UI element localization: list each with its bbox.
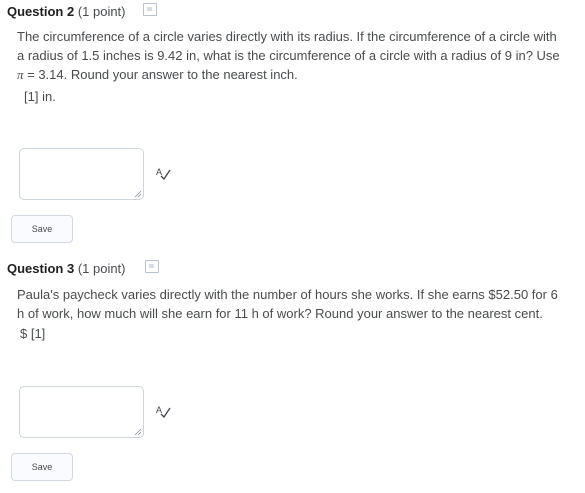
svg-text:A: A (156, 167, 162, 177)
spell-check-icon[interactable]: A (155, 404, 171, 418)
question-3-answer-field[interactable] (19, 386, 144, 438)
question-2-text: The circumference of a circle varies dir… (17, 27, 565, 84)
question-3-header: Question 3 (1 point) (7, 261, 126, 276)
question-2-save-button[interactable]: Save (11, 215, 73, 243)
question-3-points: (1 point) (77, 261, 126, 276)
question-2-text-part-1: The circumference of a circle varies dir… (17, 29, 560, 63)
question-3-text: Paula's paycheck varies directly with th… (17, 287, 558, 321)
resize-grip-icon[interactable] (134, 190, 141, 197)
question-2-answer-field[interactable] (19, 148, 144, 200)
question-2-header: Question 2 (1 point) (7, 4, 126, 19)
save-state-icon (145, 260, 159, 273)
question-3-blank-line: $ [1] (20, 326, 46, 341)
save-state-icon (143, 3, 157, 16)
svg-text:A: A (156, 405, 162, 415)
question-2-text-part-2: = 3.14. Round your answer to the nearest… (23, 67, 298, 82)
question-2-blank-line: [1] in. (24, 89, 56, 104)
question-2-points: (1 point) (77, 4, 126, 19)
spell-check-icon[interactable]: A (155, 166, 171, 180)
resize-grip-icon[interactable] (134, 428, 141, 435)
question-2-title: Question 2 (7, 4, 75, 19)
question-3-save-button[interactable]: Save (11, 453, 73, 481)
question-3-title: Question 3 (7, 261, 75, 276)
